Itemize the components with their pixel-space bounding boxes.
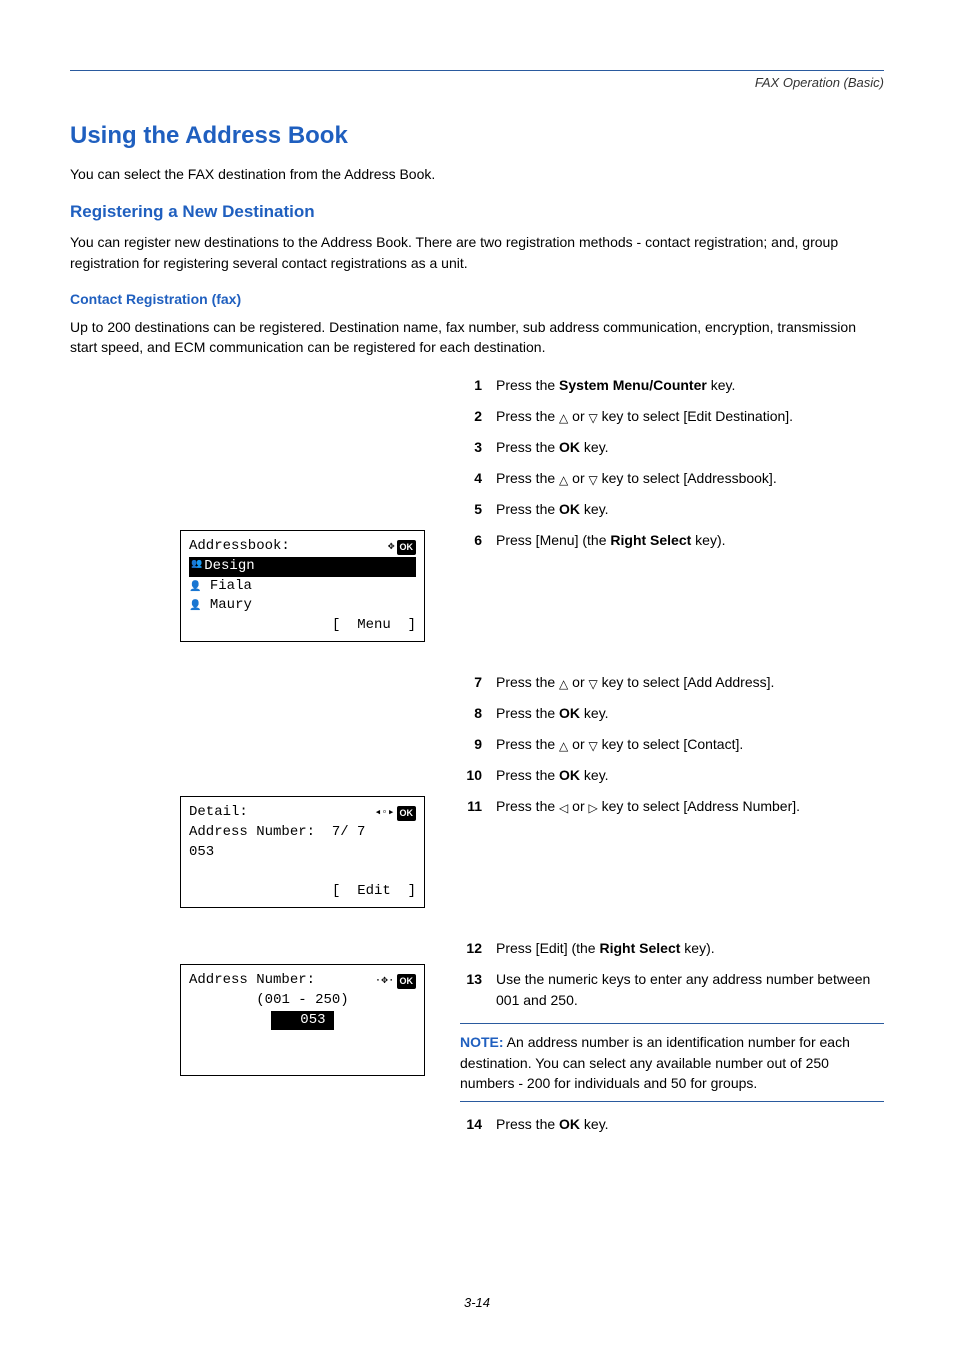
- step-text: Press the OK key.: [496, 437, 884, 458]
- page: FAX Operation (Basic) Using the Address …: [0, 0, 954, 1350]
- block-2: Addressbook: ✥OK 👥Design 👤 Fiala 👤 Maury…: [70, 530, 884, 642]
- step-7: 7 Press the △ or ▽ key to select [Add Ad…: [460, 672, 884, 693]
- lcd-range: (001 - 250): [256, 991, 348, 1011]
- steps-list-5: 12 Press [Edit] (the Right Select key). …: [460, 938, 884, 1011]
- person-icon: 👤: [189, 581, 201, 592]
- steps-list-2: 6 Press [Menu] (the Right Select key).: [460, 530, 884, 551]
- step-1: 1 Press the System Menu/Counter key.: [460, 375, 884, 396]
- lcd-panel-detail: Detail: ◂◦▸OK Address Number: 7/ 7 053 […: [180, 796, 425, 908]
- down-triangle-icon: ▽: [589, 471, 598, 489]
- step-number: 6: [460, 530, 482, 551]
- subsubsection-paragraph: Up to 200 destinations can be registered…: [70, 317, 884, 358]
- step-number: 10: [460, 765, 482, 786]
- steps-list-6: 14 Press the OK key.: [460, 1114, 884, 1135]
- step-8: 8 Press the OK key.: [460, 703, 884, 724]
- step-number: 14: [460, 1114, 482, 1135]
- right-triangle-icon: ▷: [589, 799, 598, 817]
- page-number: 3-14: [0, 1295, 954, 1310]
- lcd-row: Maury: [210, 597, 252, 613]
- lcd-panel-addressbook: Addressbook: ✥OK 👥Design 👤 Fiala 👤 Maury…: [180, 530, 425, 642]
- lcd-row: Design: [204, 557, 254, 577]
- lcd-panel-address-number: Address Number: ∙✥∙OK (001 - 250) 053: [180, 964, 425, 1076]
- note-label: NOTE:: [460, 1034, 504, 1050]
- step-text: Press the OK key.: [496, 1114, 884, 1135]
- subsubsection-title: Contact Registration (fax): [70, 291, 884, 307]
- step-text: Press the OK key.: [496, 765, 884, 786]
- step-number: 7: [460, 672, 482, 693]
- step-13: 13 Use the numeric keys to enter any add…: [460, 969, 884, 1011]
- step-12: 12 Press [Edit] (the Right Select key).: [460, 938, 884, 959]
- step-text: Press the ◁ or ▷ key to select [Address …: [496, 796, 884, 817]
- step-6: 6 Press [Menu] (the Right Select key).: [460, 530, 884, 551]
- step-text: Press the OK key.: [496, 499, 884, 520]
- step-10: 10 Press the OK key.: [460, 765, 884, 786]
- step-number: 12: [460, 938, 482, 959]
- note-text: An address number is an identification n…: [460, 1034, 850, 1091]
- step-4: 4 Press the △ or ▽ key to select [Addres…: [460, 468, 884, 489]
- lcd-title: Addressbook:: [189, 537, 290, 557]
- step-number: 4: [460, 468, 482, 489]
- subsection-paragraph: You can register new destinations to the…: [70, 232, 884, 273]
- down-triangle-icon: ▽: [589, 737, 598, 755]
- step-text: Press the OK key.: [496, 703, 884, 724]
- nav-ok-icon: ✥OK: [388, 540, 416, 555]
- step-11: 11 Press the ◁ or ▷ key to select [Addre…: [460, 796, 884, 817]
- step-text: Press [Menu] (the Right Select key).: [496, 530, 884, 551]
- intro-paragraph: You can select the FAX destination from …: [70, 164, 884, 184]
- step-number: 9: [460, 734, 482, 755]
- note-box: NOTE: An address number is an identifica…: [460, 1023, 884, 1102]
- step-text: Use the numeric keys to enter any addres…: [496, 969, 884, 1011]
- nav-ok-icon: ◂◦▸OK: [375, 806, 416, 821]
- step-number: 1: [460, 375, 482, 396]
- lcd-row: Address Number: 7/ 7: [189, 823, 365, 843]
- step-text: Press the System Menu/Counter key.: [496, 375, 884, 396]
- up-triangle-icon: △: [559, 471, 568, 489]
- subsection-title: Registering a New Destination: [70, 202, 884, 222]
- block-4: Detail: ◂◦▸OK Address Number: 7/ 7 053 […: [70, 796, 884, 908]
- group-icon: 👥: [191, 557, 202, 577]
- person-icon: 👤: [189, 600, 201, 611]
- lcd-softkey: [ Edit ]: [332, 882, 416, 902]
- lcd-title: Detail:: [189, 803, 248, 823]
- nav-ok-icon: ∙✥∙OK: [375, 974, 416, 989]
- step-text: Press the △ or ▽ key to select [Addressb…: [496, 468, 884, 489]
- step-number: 11: [460, 796, 482, 817]
- step-text: Press the △ or ▽ key to select [Edit Des…: [496, 406, 884, 427]
- block-5: Address Number: ∙✥∙OK (001 - 250) 053 12…: [70, 938, 884, 1145]
- step-number: 8: [460, 703, 482, 724]
- lcd-row: Fiala: [210, 578, 252, 594]
- step-3: 3 Press the OK key.: [460, 437, 884, 458]
- step-text: Press the △ or ▽ key to select [Add Addr…: [496, 672, 884, 693]
- block-3: 7 Press the △ or ▽ key to select [Add Ad…: [70, 672, 884, 796]
- down-triangle-icon: ▽: [589, 675, 598, 693]
- lcd-value: 053: [300, 1012, 325, 1028]
- step-number: 3: [460, 437, 482, 458]
- step-2: 2 Press the △ or ▽ key to select [Edit D…: [460, 406, 884, 427]
- lcd-softkey: [ Menu ]: [332, 616, 416, 636]
- up-triangle-icon: △: [559, 409, 568, 427]
- step-text: Press the △ or ▽ key to select [Contact]…: [496, 734, 884, 755]
- step-9: 9 Press the △ or ▽ key to select [Contac…: [460, 734, 884, 755]
- steps-list-3: 7 Press the △ or ▽ key to select [Add Ad…: [460, 672, 884, 786]
- step-number: 2: [460, 406, 482, 427]
- step-number: 13: [460, 969, 482, 1011]
- up-triangle-icon: △: [559, 737, 568, 755]
- page-title: Using the Address Book: [70, 122, 884, 150]
- lcd-title: Address Number:: [189, 971, 315, 991]
- breadcrumb: FAX Operation (Basic): [70, 75, 884, 90]
- lcd-row: 053: [189, 843, 214, 863]
- steps-list-1: 1 Press the System Menu/Counter key. 2 P…: [460, 375, 884, 520]
- down-triangle-icon: ▽: [589, 409, 598, 427]
- up-triangle-icon: △: [559, 675, 568, 693]
- step-text: Press [Edit] (the Right Select key).: [496, 938, 884, 959]
- step-5: 5 Press the OK key.: [460, 499, 884, 520]
- block-1: 1 Press the System Menu/Counter key. 2 P…: [70, 375, 884, 530]
- step-14: 14 Press the OK key.: [460, 1114, 884, 1135]
- step-number: 5: [460, 499, 482, 520]
- steps-list-4: 11 Press the ◁ or ▷ key to select [Addre…: [460, 796, 884, 817]
- header-rule: [70, 70, 884, 71]
- left-triangle-icon: ◁: [559, 799, 568, 817]
